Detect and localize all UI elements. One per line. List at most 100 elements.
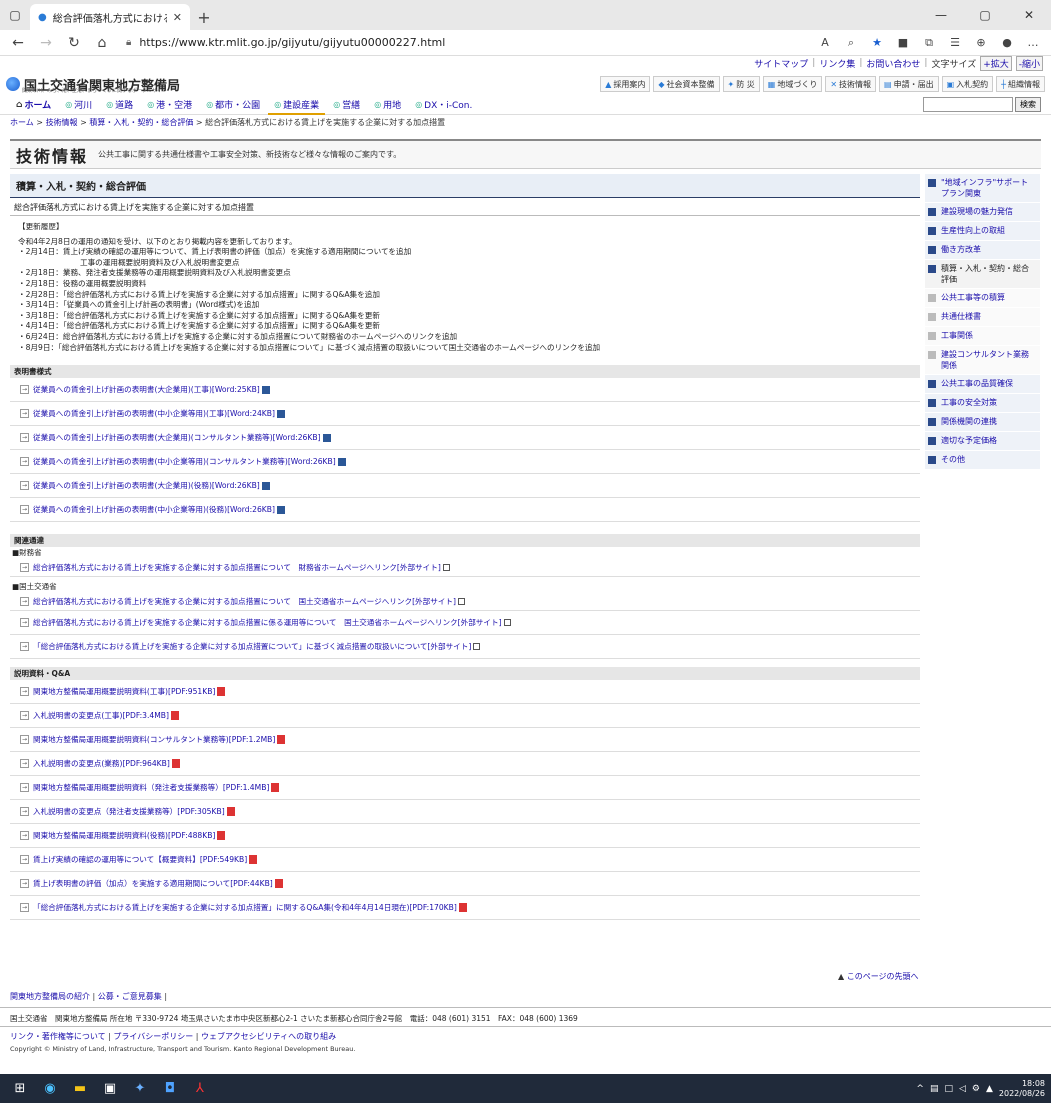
copyright-link[interactable]: リンク・著作権等について <box>10 1032 106 1041</box>
form-link[interactable]: 従業員への賃金引上げ計画の表明書(大企業用)(コンサルタント業務等)[Word:… <box>33 432 321 443</box>
related-link[interactable]: 総合評価落札方式における賃上げを実施する企業に対する加点措置に係る運用等について… <box>33 617 502 628</box>
refresh-button[interactable]: ↻ <box>62 32 86 54</box>
qa-link[interactable]: 入札説明書の変更点(業務)[PDF:964KB] <box>33 758 170 769</box>
sidebar-item-infra-support[interactable]: "地域インフラ"サポートプラン関東 <box>925 174 1040 203</box>
quick-link-disaster[interactable]: ✦ 防 災 <box>722 76 760 92</box>
sidebar-item-works[interactable]: 工事関係 <box>925 327 1040 346</box>
form-link[interactable]: 従業員への賃金引上げ計画の表明書(大企業用)(工事)[Word:25KB] <box>33 384 260 395</box>
store-icon[interactable]: ▣ <box>96 1077 124 1101</box>
qa-link[interactable]: 賃上げ実績の確認の運用等について【概要資料】[PDF:549KB] <box>33 854 247 865</box>
more-menu-icon[interactable]: … <box>1021 32 1045 54</box>
related-link[interactable]: 総合評価落札方式における賃上げを実施する企業に対する加点措置について 財務省ホー… <box>33 562 441 573</box>
qa-link[interactable]: 入札説明書の変更点（発注者支援業務等）[PDF:305KB] <box>33 806 225 817</box>
read-aloud-icon[interactable]: A <box>813 32 837 54</box>
opinion-link[interactable]: 公募・ご意見募集 <box>98 992 162 1001</box>
sidebar-item-other[interactable]: その他 <box>925 451 1040 470</box>
new-tab-button[interactable]: + <box>190 4 218 30</box>
search-button[interactable]: 検索 <box>1015 97 1041 112</box>
quick-link-bid[interactable]: ▣ 入札契約 <box>941 76 994 92</box>
qa-link[interactable]: 関東地方整備局運用概要説明資料(工事)[PDF:951KB] <box>33 686 215 697</box>
tab-actions-icon[interactable]: ▢ <box>0 0 30 30</box>
volume-icon[interactable]: ◁ <box>959 1084 966 1094</box>
enlarge-font-button[interactable]: +拡大 <box>980 55 1012 71</box>
sidebar-item-bid[interactable]: 積算・入札・契約・総合評価 <box>925 260 1040 289</box>
nav-construction[interactable]: ◎ 建設産業 <box>268 97 326 115</box>
nav-dx[interactable]: ◎ DX・i-Con. <box>409 97 478 115</box>
profile-icon[interactable]: ● <box>995 32 1019 54</box>
home-button[interactable]: ⌂ <box>90 32 114 54</box>
file-explorer-icon[interactable]: ▬ <box>66 1077 94 1101</box>
qa-link[interactable]: 関東地方整備局運用概要説明資料(コンサルタント業務等)[PDF:1.2MB] <box>33 734 275 745</box>
form-link[interactable]: 従業員への賃金引上げ計画の表明書(大企業用)(役務)[Word:26KB] <box>33 480 260 491</box>
form-link[interactable]: 従業員への賃金引上げ計画の表明書(中小企業等用)(役務)[Word:26KB] <box>33 504 275 515</box>
nav-city[interactable]: ◎ 都市・公園 <box>200 97 266 115</box>
quick-link-tech[interactable]: ✕ 技術情報 <box>825 76 877 92</box>
qa-link[interactable]: 入札説明書の変更点(工事)[PDF:3.4MB] <box>33 710 169 721</box>
zoom-icon[interactable]: ⌕ <box>839 32 863 54</box>
extension-icon[interactable]: ■ <box>891 32 915 54</box>
tray-chevron-icon[interactable]: ^ <box>916 1084 924 1094</box>
favorites-icon[interactable]: ☰ <box>943 32 967 54</box>
sidebar-item-spec[interactable]: 共通仕様書 <box>925 308 1040 327</box>
form-link[interactable]: 従業員への賃金引上げ計画の表明書(中小企業等用)(コンサルタント業務等)[Wor… <box>33 456 336 467</box>
forward-button[interactable]: → <box>34 32 58 54</box>
breadcrumb-bid[interactable]: 積算・入札・契約・総合評価 <box>89 118 193 127</box>
page-top-link[interactable]: ▲ このページの先頭へ <box>838 971 919 982</box>
related-link[interactable]: 総合評価落札方式における賃上げを実施する企業に対する加点措置について 国土交通省… <box>33 596 456 607</box>
url-field[interactable]: 🔒︎ https://www.ktr.mlit.go.jp/gijyutu/gi… <box>118 32 758 54</box>
sidebar-item-quality[interactable]: 公共工事の品質確保 <box>925 375 1040 394</box>
search-input[interactable] <box>923 97 1013 112</box>
clock[interactable]: 18:08 2022/08/26 <box>999 1079 1045 1099</box>
collections-icon[interactable]: ⊕ <box>969 32 993 54</box>
form-link[interactable]: 従業員への賃金引上げ計画の表明書(中小企業等用)(工事)[Word:24KB] <box>33 408 275 419</box>
quick-link-apply[interactable]: ▤ 申請・届出 <box>879 76 939 92</box>
accessibility-link[interactable]: ウェブアクセシビリティへの取り組み <box>201 1032 336 1041</box>
settings-icon[interactable]: ⚙ <box>972 1084 980 1094</box>
sidebar-item-consultant[interactable]: 建設コンサルタント業務関係 <box>925 346 1040 375</box>
breadcrumb-home[interactable]: ホーム <box>10 118 34 127</box>
sidebar-item-attraction[interactable]: 建設現場の魅力発信 <box>925 203 1040 222</box>
links-link[interactable]: リンク集 <box>819 57 855 70</box>
extensions-icon[interactable]: ⧉ <box>917 32 941 54</box>
quick-link-infra[interactable]: ◆ 社会資本整備 <box>653 76 720 92</box>
browser-tab[interactable]: ● 総合評価落札方式における賃上げ ✕ <box>30 4 190 30</box>
sitemap-link[interactable]: サイトマップ <box>754 57 808 70</box>
breadcrumb-tech[interactable]: 技術情報 <box>46 118 78 127</box>
site-logo[interactable]: 国土交通省関東地方整備局 関東の川、みち、港、空港、まちづくりに関するポータルサ… <box>6 75 180 94</box>
nav-home[interactable]: ⌂ ホーム <box>10 97 57 115</box>
sidebar-item-price[interactable]: 適切な予定価格 <box>925 432 1040 451</box>
nav-building[interactable]: ◎ 営繕 <box>327 97 366 115</box>
teams-icon[interactable]: ✦ <box>126 1077 154 1101</box>
related-link[interactable]: 「総合評価落札方式における賃上げを実施する企業に対する加点措置について」に基づく… <box>33 641 471 652</box>
quick-link-region[interactable]: ▦ 地域づくり <box>762 76 823 92</box>
qa-link[interactable]: 賃上げ表明書の評価（加点）を実施する適用期間について[PDF:44KB] <box>33 878 273 889</box>
contact-link[interactable]: お問い合わせ <box>866 57 920 70</box>
maximize-button[interactable]: ▢ <box>963 0 1007 30</box>
quick-link-recruit[interactable]: ▲ 採用案内 <box>600 76 651 92</box>
close-tab-icon[interactable]: ✕ <box>173 11 182 24</box>
edge-icon[interactable]: ◉ <box>36 1077 64 1101</box>
sidebar-item-productivity[interactable]: 生産性向上の取組 <box>925 222 1040 241</box>
favorite-star-icon[interactable]: ★ <box>865 32 889 54</box>
qa-link[interactable]: 関東地方整備局運用概要説明資料（発注者支援業務等）[PDF:1.4MB] <box>33 782 269 793</box>
nav-land[interactable]: ◎ 用地 <box>368 97 407 115</box>
shrink-font-button[interactable]: -縮小 <box>1015 55 1043 71</box>
quick-link-org[interactable]: ┼ 組織情報 <box>996 76 1045 92</box>
app-tray-icon[interactable]: ▲ <box>986 1084 993 1094</box>
network-icon[interactable]: ▤ <box>930 1084 939 1094</box>
privacy-link[interactable]: プライバシーポリシー <box>113 1032 193 1041</box>
back-button[interactable]: ← <box>6 32 30 54</box>
minimize-button[interactable]: — <box>919 0 963 30</box>
nav-river[interactable]: ◎ 河川 <box>59 97 98 115</box>
qa-link[interactable]: 関東地方整備局運用概要説明資料(役務)[PDF:488KB] <box>33 830 215 841</box>
close-window-button[interactable]: ✕ <box>1007 0 1051 30</box>
sidebar-item-safety[interactable]: 工事の安全対策 <box>925 394 1040 413</box>
chat-icon[interactable]: □ <box>944 1084 953 1094</box>
windows-start-icon[interactable]: ⊞ <box>6 1077 34 1101</box>
sidebar-item-estimation[interactable]: 公共工事等の積算 <box>925 289 1040 308</box>
sidebar-item-workstyle[interactable]: 働き方改革 <box>925 241 1040 260</box>
sidebar-item-cooperation[interactable]: 関係機関の連携 <box>925 413 1040 432</box>
intro-link[interactable]: 関東地方整備局の紹介 <box>10 992 90 1001</box>
outlook-icon[interactable]: ◘ <box>156 1077 184 1101</box>
qa-link[interactable]: 「総合評価落札方式における賃上げを実施する企業に対する加点措置」に関するQ&A集… <box>33 902 457 913</box>
